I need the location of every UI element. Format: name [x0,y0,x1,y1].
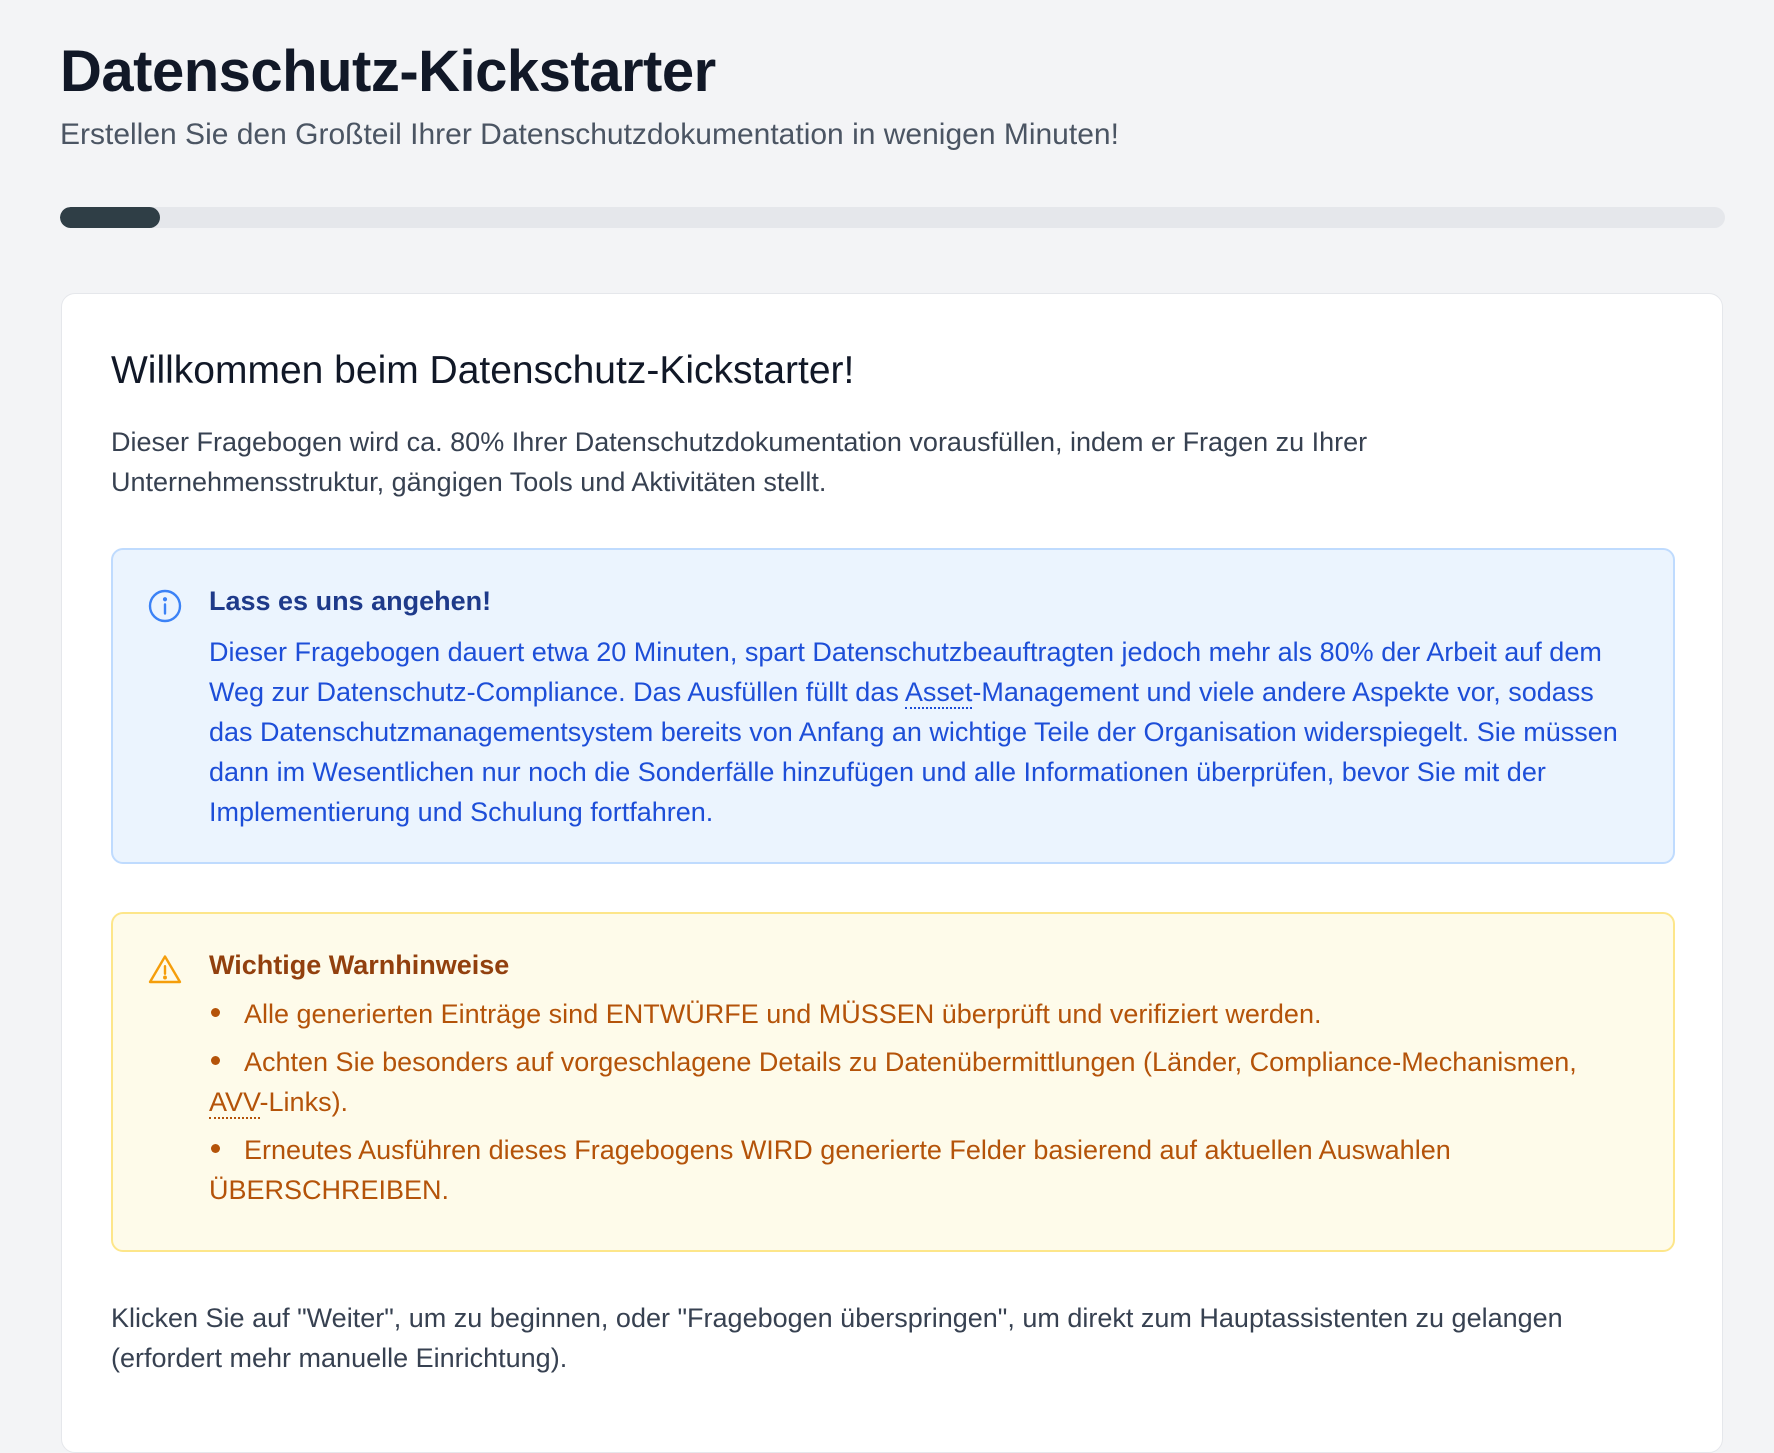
page-subtitle: Erstellen Sie den Großteil Ihrer Datensc… [60,118,1119,151]
bullet [211,1144,220,1154]
progress-bar [60,207,1725,228]
warning-item-3-text: Erneutes Ausführen dieses Fragebogens WI… [209,1135,1451,1205]
info-alert: Lass es uns angehen! Dieser Fragebogen d… [111,548,1675,864]
info-alert-text: Dieser Fragebogen dauert etwa 20 Minuten… [209,632,1637,832]
warning-icon [148,955,182,984]
warning-list: Alle generierten Einträge sind ENTWÜRFE … [209,994,1637,1210]
warning-list-item: Achten Sie besonders auf vorgeschlagene … [209,1042,1637,1122]
avv-abbreviation: AVV [209,1087,260,1119]
welcome-outro: Klicken Sie auf "Weiter", um zu beginnen… [111,1303,1563,1373]
info-icon [148,589,182,623]
welcome-heading: Willkommen beim Datenschutz-Kickstarter! [111,349,855,392]
bullet [211,1008,220,1018]
info-alert-body: Lass es uns angehen! Dieser Fragebogen d… [209,584,1637,832]
warning-alert-title: Wichtige Warnhinweise [209,950,510,980]
warning-alert: Wichtige Warnhinweise Alle generierten E… [111,912,1675,1252]
page-header: Datenschutz-Kickstarter Erstellen Sie de… [60,40,1725,154]
warning-item-1-text: Alle generierten Einträge sind ENTWÜRFE … [244,999,1322,1029]
bullet [211,1056,220,1066]
warning-list-item: Erneutes Ausführen dieses Fragebogens WI… [209,1130,1637,1210]
progress-fill [60,207,160,228]
warning-list-item: Alle generierten Einträge sind ENTWÜRFE … [209,994,1637,1034]
info-alert-title: Lass es uns angehen! [209,586,492,616]
welcome-card-content: Willkommen beim Datenschutz-Kickstarter!… [111,348,1675,1378]
warning-alert-body: Wichtige Warnhinweise Alle generierten E… [209,948,1637,1218]
welcome-intro: Dieser Fragebogen wird ca. 80% Ihrer Dat… [111,427,1368,497]
welcome-card: Willkommen beim Datenschutz-Kickstarter!… [61,293,1723,1453]
asset-abbreviation: Asset [904,677,973,709]
warning-item-2-text-part-2: -Links). [259,1087,349,1117]
page-title: Datenschutz-Kickstarter [60,39,716,104]
warning-item-2-text-part-1: Achten Sie besonders auf vorgeschlagene … [244,1047,1577,1077]
